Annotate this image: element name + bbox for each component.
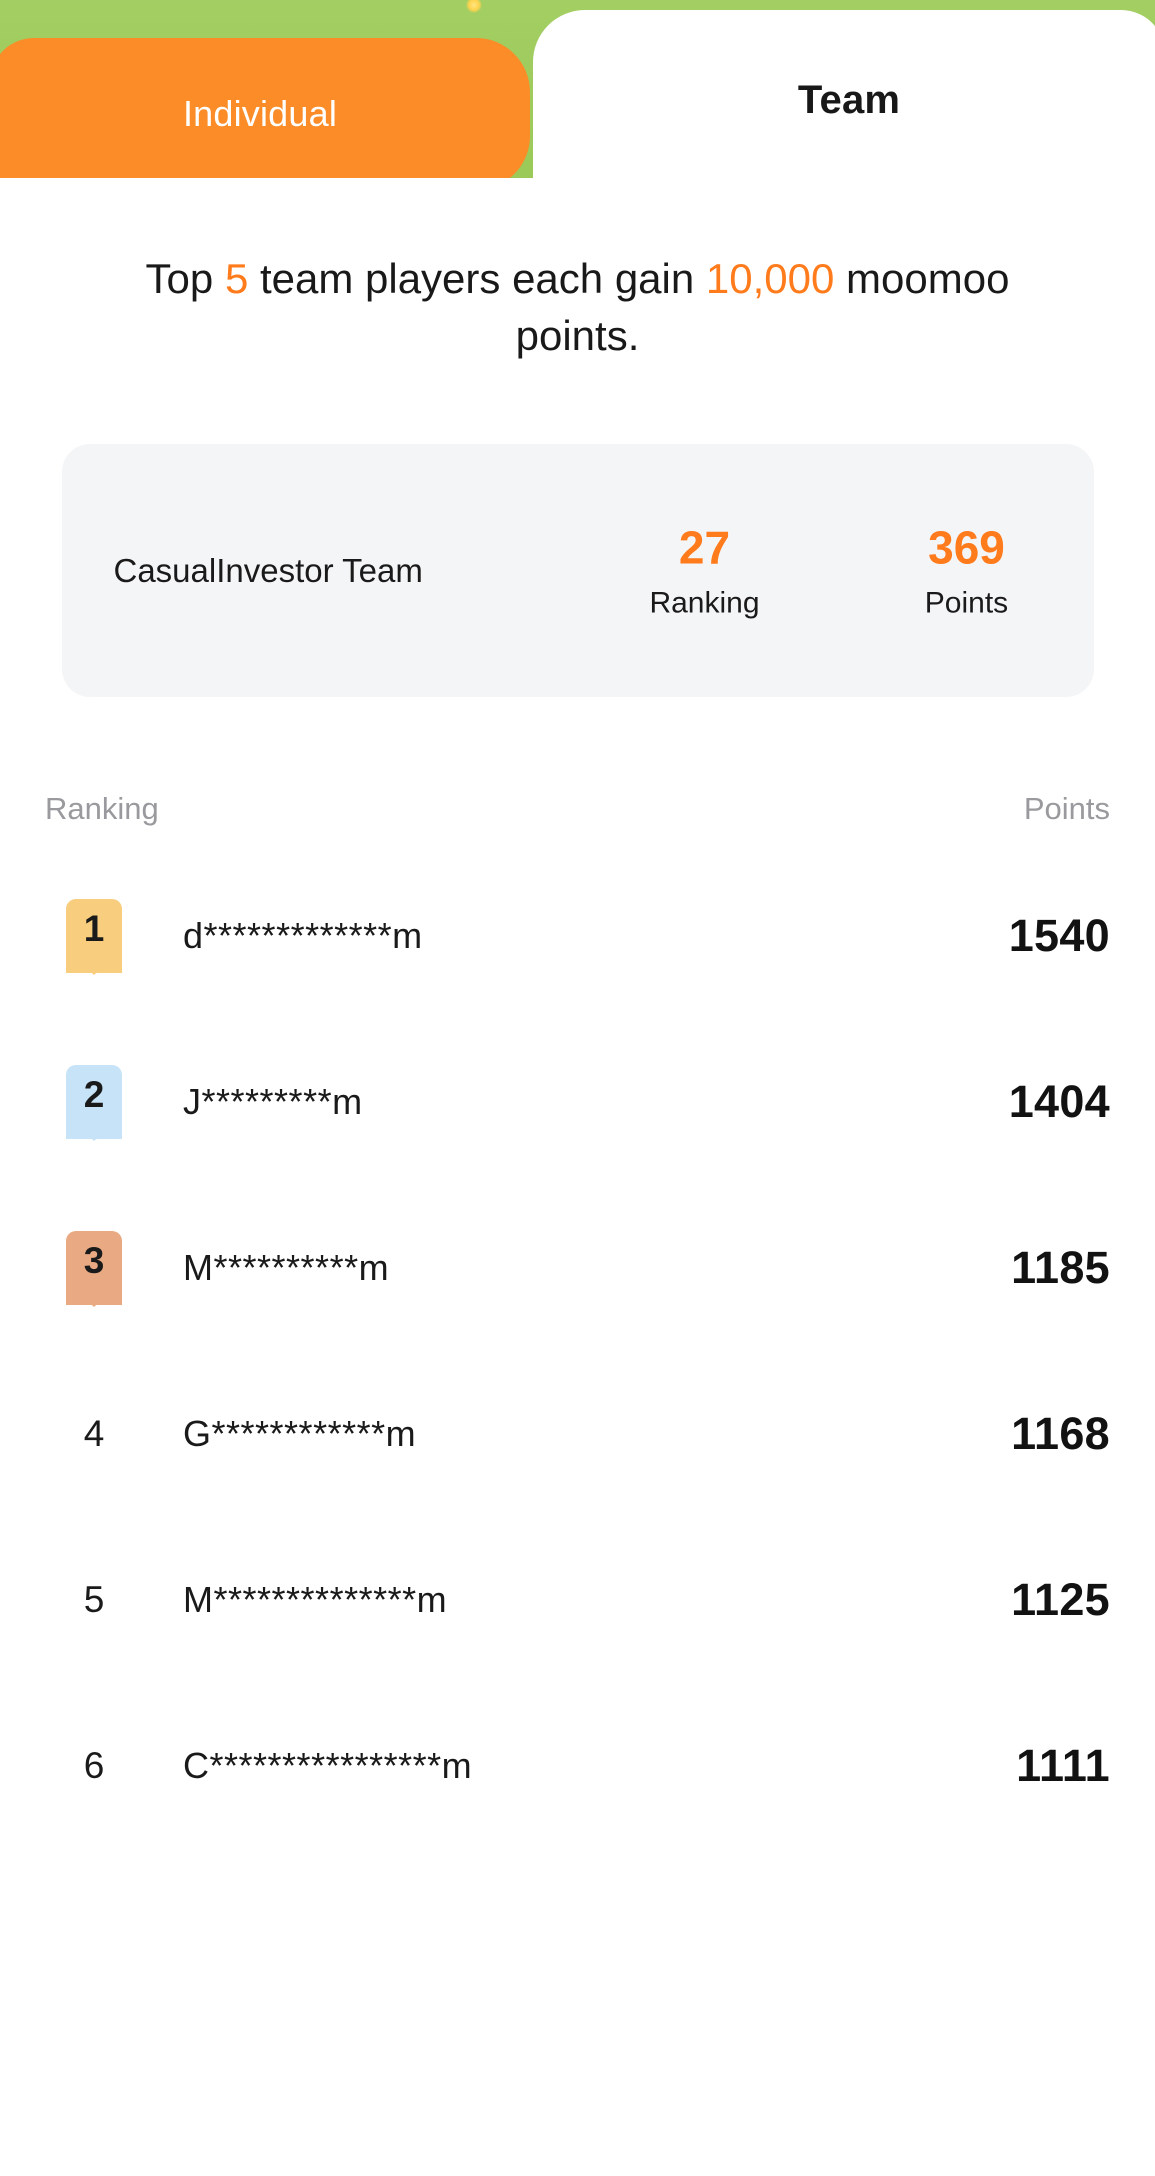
- promo-prefix: Top: [145, 255, 225, 302]
- team-points-label: Points: [924, 586, 1009, 620]
- player-name: J*********m: [183, 1081, 363, 1123]
- team-points-value: 369: [928, 521, 1005, 574]
- list-column-headers: Ranking Points: [45, 791, 1110, 827]
- tab-bar: Individual Team: [0, 0, 1155, 190]
- table-row[interactable]: 3 M**********m 1185: [45, 1185, 1110, 1351]
- table-row[interactable]: 6 C****************m 1111: [45, 1683, 1110, 1849]
- player-name: C****************m: [183, 1745, 473, 1787]
- rank-cell: 4: [45, 1413, 143, 1455]
- tab-team[interactable]: Team: [533, 10, 1155, 190]
- team-summary-card[interactable]: CasualInvestor Team 27 Ranking 369 Point…: [61, 444, 1094, 698]
- player-name: M**************m: [183, 1579, 448, 1621]
- table-row[interactable]: 1 d*************m 1540: [45, 853, 1110, 1019]
- table-row[interactable]: 4 G************m 1168: [45, 1351, 1110, 1517]
- rank-number: 5: [83, 1579, 105, 1621]
- leaderboard-screen: Individual Team Top 5 team players each …: [0, 0, 1155, 2176]
- column-header-ranking: Ranking: [45, 791, 159, 827]
- rank-number: 4: [83, 1413, 105, 1455]
- player-points: 1404: [1008, 1076, 1110, 1128]
- rank-cell: 6: [45, 1745, 143, 1787]
- player-name: G************m: [183, 1413, 417, 1455]
- player-points: 1168: [1011, 1408, 1110, 1460]
- team-ranking-stat: 27 Ranking: [590, 521, 820, 620]
- rank-cell: 2: [45, 1065, 143, 1142]
- team-ranking-value: 27: [678, 521, 731, 574]
- player-points: 1111: [1016, 1740, 1110, 1792]
- player-points: 1185: [1011, 1242, 1110, 1294]
- tab-individual-label: Individual: [182, 93, 338, 134]
- table-row[interactable]: 2 J*********m 1404: [45, 1019, 1110, 1185]
- player-points: 1125: [1011, 1574, 1110, 1626]
- player-name: M**********m: [183, 1247, 390, 1289]
- rank-badge-icon: 2: [66, 1065, 122, 1142]
- promo-middle: team players each gain: [248, 255, 706, 302]
- column-header-points: Points: [1023, 791, 1110, 827]
- rank-cell: 3: [45, 1231, 143, 1308]
- rank-number: 6: [83, 1745, 105, 1787]
- player-name: d*************m: [183, 915, 423, 957]
- leaderboard-rows: 1 d*************m 1540 2 J*********m 1404 3 M**…: [45, 827, 1110, 1849]
- tab-team-label: Team: [797, 77, 901, 122]
- promo-headline: Top 5 team players each gain 10,000 moom…: [98, 250, 1058, 364]
- team-name: CasualInvestor Team: [113, 551, 423, 589]
- team-points-stat: 369 Points: [852, 521, 1082, 620]
- tab-individual[interactable]: Individual: [0, 38, 530, 190]
- table-row[interactable]: 5 M**************m 1125: [45, 1517, 1110, 1683]
- rank-cell: 5: [45, 1579, 143, 1621]
- content-sheet: Top 5 team players each gain 10,000 moom…: [0, 178, 1155, 2176]
- rank-badge-icon: 1: [66, 899, 122, 976]
- rank-badge-icon: 3: [66, 1231, 122, 1308]
- promo-points-amount: 10,000: [705, 255, 835, 302]
- promo-top-count: 5: [224, 255, 249, 302]
- player-points: 1540: [1008, 910, 1110, 962]
- team-ranking-label: Ranking: [649, 586, 760, 620]
- rank-cell: 1: [45, 899, 143, 976]
